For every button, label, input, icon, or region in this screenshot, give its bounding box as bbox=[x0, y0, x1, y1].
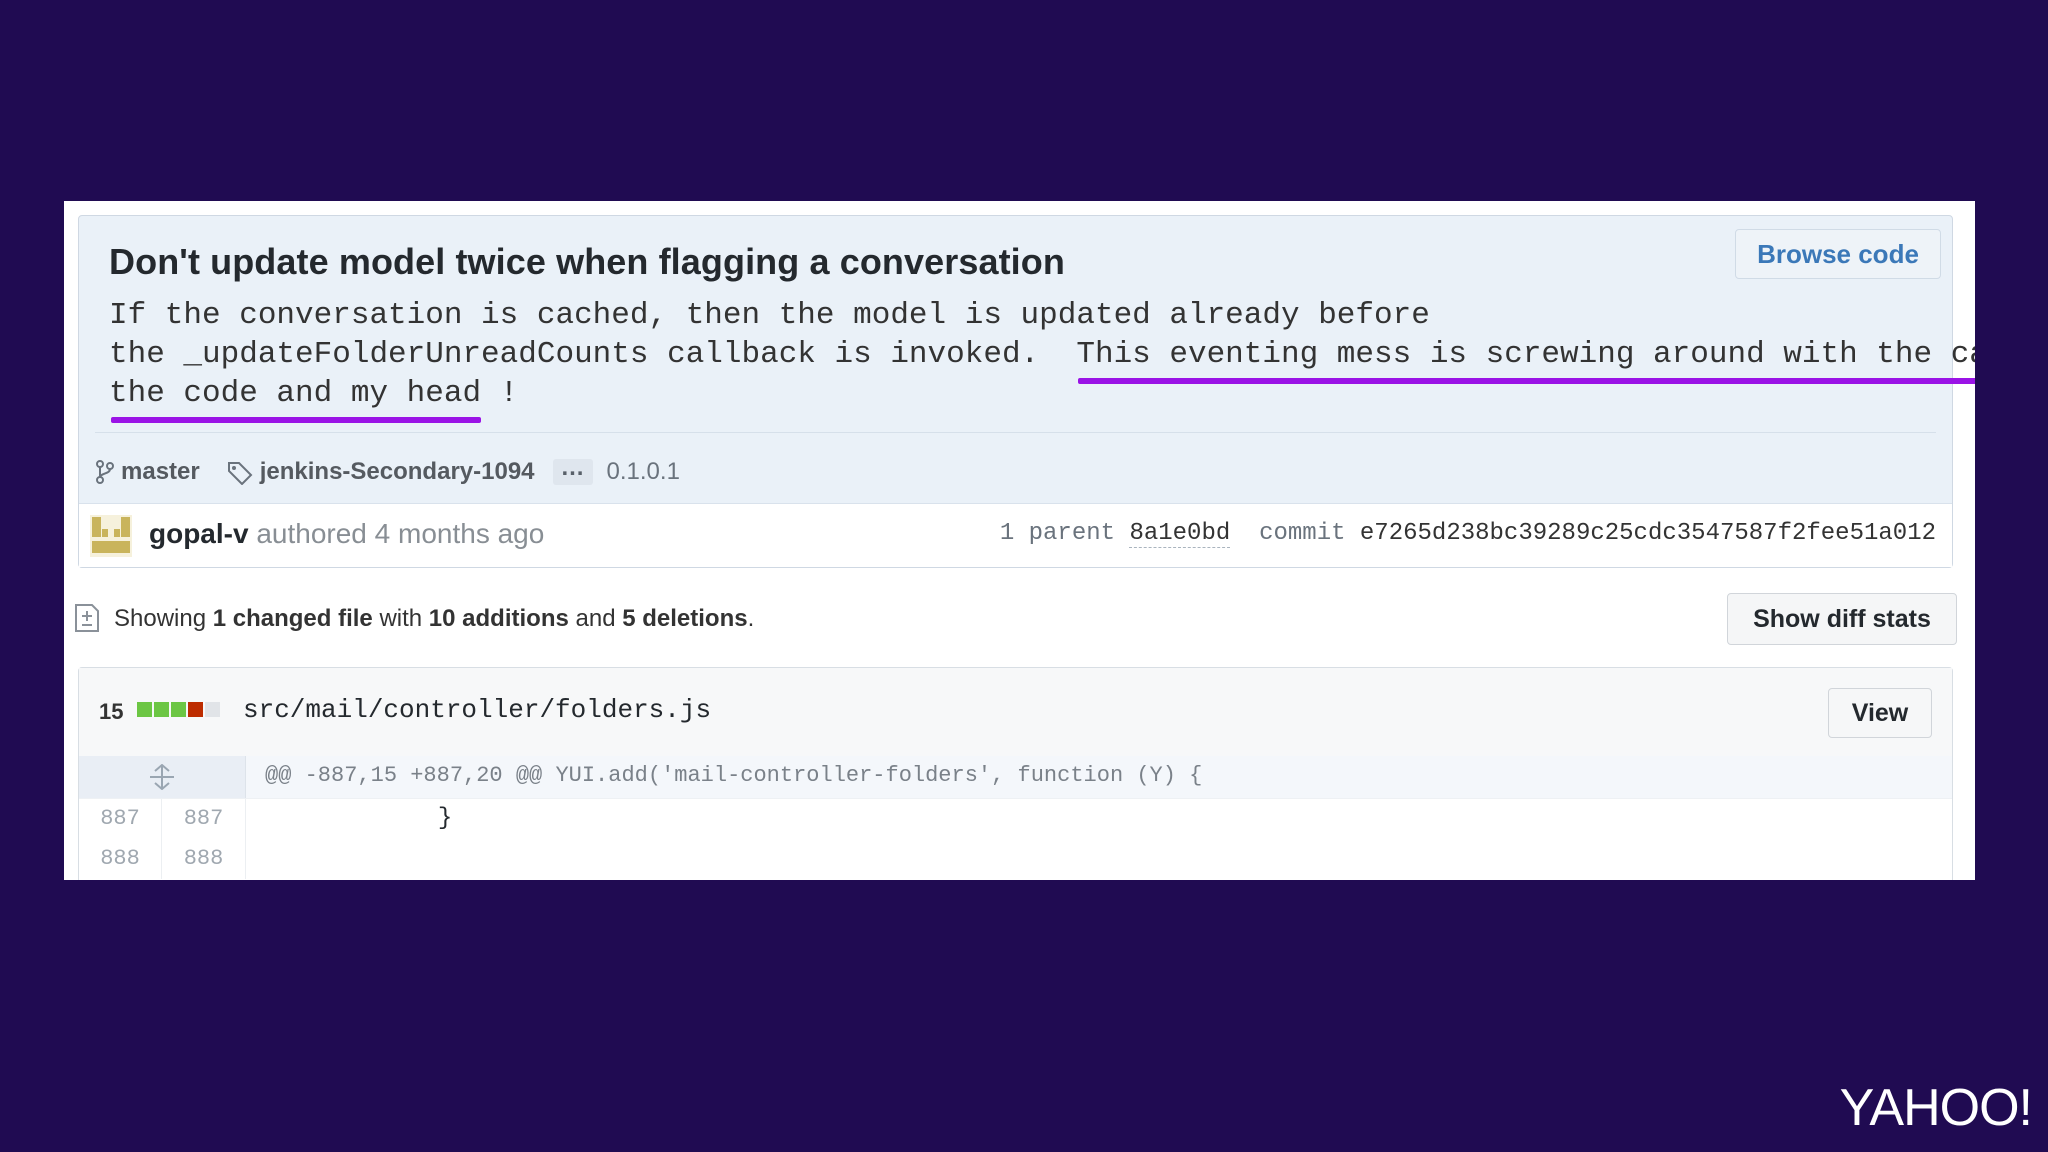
screenshot-panel: Don't update model twice when flagging a… bbox=[64, 201, 1975, 880]
summary-and: and bbox=[568, 605, 623, 632]
divider bbox=[95, 432, 1936, 433]
highlight-underline-2: the code and my head bbox=[109, 376, 482, 423]
commit-meta: gopal-v authored 4 months ago 1 parent 8… bbox=[79, 503, 1952, 567]
commit-shas: 1 parent 8a1e0bd commit e7265d238bc39289… bbox=[999, 520, 1936, 548]
author-name[interactable]: gopal-v bbox=[149, 518, 249, 549]
branch-link[interactable]: master bbox=[121, 458, 200, 486]
new-line-number[interactable]: 888 bbox=[162, 839, 246, 879]
parent-label: 1 parent bbox=[999, 520, 1116, 547]
hunk-header-text: @@ -887,15 +887,20 @@ YUI.add('mail-cont… bbox=[265, 763, 1203, 788]
summary-prefix: Showing bbox=[114, 605, 213, 632]
commit-box: Don't update model twice when flagging a… bbox=[78, 215, 1975, 568]
code-line: 887 887 } bbox=[79, 799, 1952, 839]
parent-sha-link[interactable]: 8a1e0bd bbox=[1129, 520, 1231, 548]
commit-description: If the conversation is cached, then the … bbox=[109, 296, 1975, 423]
browse-code-button[interactable]: Browse code bbox=[1735, 229, 1941, 279]
summary-with: with bbox=[372, 605, 429, 632]
hunk-header: @@ -887,15 +887,20 @@ YUI.add('mail-cont… bbox=[79, 756, 1952, 799]
author-line: gopal-v authored 4 months ago bbox=[149, 518, 544, 550]
yahoo-logo: YAHOO! bbox=[1839, 1079, 2033, 1137]
deletions-count: 5 deletions bbox=[622, 605, 748, 632]
diffstat-blocks bbox=[137, 702, 222, 717]
expand-icon[interactable] bbox=[147, 763, 177, 795]
file-header: 15 src/mail/controller/folders.js View bbox=[79, 668, 1952, 757]
diffstat-block bbox=[171, 702, 186, 717]
authored-time: authored 4 months ago bbox=[256, 518, 545, 549]
highlight-underline-1: This eventing mess is screwing around wi… bbox=[1076, 335, 1975, 384]
file-path[interactable]: src/mail/controller/folders.js bbox=[243, 695, 711, 725]
show-diff-stats-button[interactable]: Show diff stats bbox=[1727, 593, 1957, 645]
commit-desc-line-1: If the conversation is cached, then the … bbox=[109, 298, 1430, 333]
code-text: } bbox=[265, 805, 453, 832]
old-line-number[interactable]: 888 bbox=[79, 839, 162, 879]
version-tag-link[interactable]: 0.1.0.1 bbox=[607, 458, 680, 486]
commit-sha: e7265d238bc39289c25cdc3547587f2fee51a012 bbox=[1359, 520, 1936, 547]
diff-summary: Showing 1 changed file with 10 additions… bbox=[74, 591, 1961, 645]
new-line-number[interactable]: 887 bbox=[162, 799, 246, 839]
file-diff: 15 src/mail/controller/folders.js View @… bbox=[78, 667, 1953, 880]
diffstat-block bbox=[205, 702, 220, 717]
diff-count: 15 bbox=[99, 699, 124, 724]
summary-suffix: . bbox=[747, 605, 755, 632]
file-diff-icon bbox=[74, 603, 100, 638]
diff-summary-text: Showing 1 changed file with 10 additions… bbox=[114, 605, 754, 633]
diffstat-block bbox=[137, 702, 152, 717]
view-file-button[interactable]: View bbox=[1828, 688, 1932, 738]
tag-link[interactable]: jenkins-Secondary-1094 bbox=[260, 458, 535, 486]
diffstat-block bbox=[188, 702, 203, 717]
commit-desc-line-2: the _updateFolderUnreadCounts callback i… bbox=[109, 337, 1077, 372]
tag-icon bbox=[226, 459, 254, 485]
commit-refs: master jenkins-Secondary-1094 … 0.1.0.1 bbox=[95, 452, 680, 492]
branch-icon bbox=[95, 459, 115, 485]
commit-title: Don't update model twice when flagging a… bbox=[109, 241, 1065, 282]
avatar[interactable] bbox=[90, 515, 132, 557]
diffstat-block bbox=[154, 702, 169, 717]
hunk-gutter bbox=[79, 756, 246, 798]
code-line: 888 888 bbox=[79, 839, 1952, 879]
commit-label: commit bbox=[1259, 520, 1346, 547]
changed-files-link[interactable]: 1 changed file bbox=[213, 605, 373, 632]
additions-count: 10 additions bbox=[428, 605, 569, 632]
old-line-number[interactable]: 887 bbox=[79, 799, 162, 839]
commit-desc-line-3-tail: ! bbox=[481, 376, 519, 411]
more-tags-button[interactable]: … bbox=[552, 456, 593, 485]
